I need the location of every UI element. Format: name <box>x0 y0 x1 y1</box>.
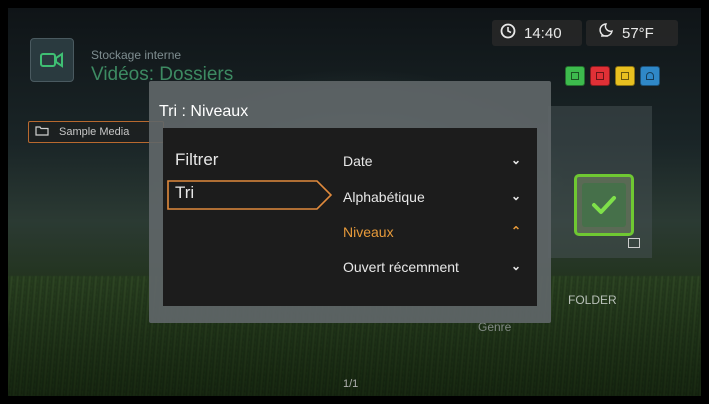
chevron-down-icon: ⌄ <box>510 153 521 167</box>
tv-screen: Stockage interne Vidéos: Dossiers Sample… <box>8 8 701 396</box>
blue-key-icon <box>640 66 660 86</box>
sort-option-levels[interactable]: Niveaux ⌃ <box>343 224 527 240</box>
folder-tab-label: Sample Media <box>59 126 130 138</box>
green-key-icon <box>565 66 585 86</box>
red-key-icon <box>590 66 610 86</box>
sort-option-label: Date <box>343 153 373 169</box>
sort-option-label: Ouvert récemment <box>343 259 459 275</box>
dialog-body: Filtrer Tri Date ⌄ Alphabétique ⌄ Niveau… <box>163 128 537 306</box>
video-camera-icon <box>30 38 74 82</box>
remote-color-keys <box>565 66 660 86</box>
chevron-down-icon: ⌄ <box>510 259 521 273</box>
checkmark-icon <box>582 183 626 227</box>
page-indicator: 1/1 <box>343 378 359 390</box>
menu-item-filter[interactable]: Filtrer <box>175 150 218 170</box>
folder-type-label: FOLDER <box>568 293 617 307</box>
dialog-title: Tri : Niveaux <box>159 103 249 120</box>
clock-time: 14:40 <box>524 24 562 42</box>
moon-cloud-icon <box>596 22 614 44</box>
menu-item-sort[interactable]: Tri <box>167 180 333 210</box>
chevron-up-icon: ⌃ <box>510 224 521 238</box>
clock-icon <box>500 23 516 43</box>
sample-media-folder-tab[interactable]: Sample Media <box>28 121 164 143</box>
sort-option-alphabetical[interactable]: Alphabétique ⌄ <box>343 189 527 205</box>
folder-icon <box>35 125 49 139</box>
sort-option-label: Alphabétique <box>343 189 425 205</box>
chevron-down-icon: ⌄ <box>510 189 521 203</box>
sort-dialog: Tri : Niveaux Filtrer Tri Date ⌄ Alphabé… <box>149 81 551 323</box>
yellow-key-icon <box>615 66 635 86</box>
clock-pill: 14:40 <box>492 20 582 46</box>
sort-option-label: Niveaux <box>343 224 394 240</box>
storage-label: Stockage interne <box>91 48 182 62</box>
media-type-icon <box>628 238 640 248</box>
sort-option-recently-opened[interactable]: Ouvert récemment ⌄ <box>343 259 527 275</box>
menu-item-sort-label: Tri <box>175 183 195 202</box>
temperature: 57°F <box>622 24 654 42</box>
weather-pill: 57°F <box>586 20 678 46</box>
folder-thumbnail[interactable] <box>574 174 634 236</box>
sort-option-date[interactable]: Date ⌄ <box>343 153 527 169</box>
